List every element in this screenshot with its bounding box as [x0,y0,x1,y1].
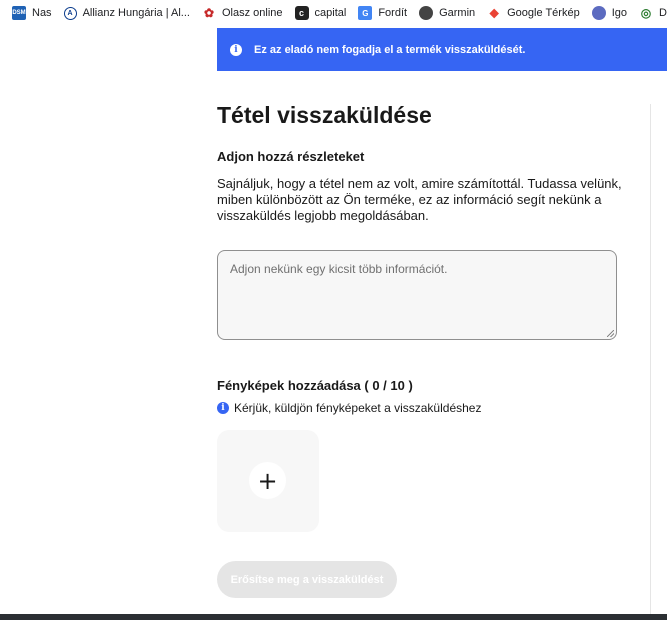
banner-text: Ez az eladó nem fogadja el a termék viss… [254,43,526,56]
add-photo-tile[interactable]: + [217,430,319,532]
bookmark-nas[interactable]: DSM Nas [12,6,52,20]
olasz-icon: ✿ [203,6,215,20]
bookmark-capital[interactable]: c capital [294,6,347,20]
dsm-icon: DSM [12,6,26,20]
description-text: Sajnáljuk, hogy a tétel nem az volt, ami… [217,176,622,223]
bookmark-label: Díjnet [659,7,667,19]
bookmarks-bar: DSM Nas A Allianz Hungária | Al... ✿ Ola… [0,0,667,26]
bookmark-label: Igo [611,7,627,19]
garmin-icon [419,6,434,20]
resize-handle-icon[interactable] [607,330,614,337]
page-title: Tétel visszaküldése [217,102,432,128]
photos-title: Fényképek hozzáadása ( 0 / 10 ) [217,378,413,393]
dijnet-icon: ◎ [640,6,652,20]
photos-hint-text: Kérjük, küldjön fényképeket a visszaküld… [234,401,482,415]
bookmark-label: Garmin [439,7,476,19]
no-returns-banner: i Ez az eladó nem fogadja el a termék vi… [217,28,667,71]
bookmark-label: capital [314,7,347,19]
bookmark-google-maps[interactable]: ⬥ Google Térkép [487,5,580,20]
taskbar-strip [0,614,667,620]
capital-icon: c [294,6,309,20]
info-icon: i [230,43,242,56]
details-section-title: Adjon hozzá részleteket [217,149,365,164]
bookmark-fordit[interactable]: G Fordít [358,6,407,20]
bookmark-label: Fordít [378,7,408,19]
details-textarea[interactable]: Adjon nekünk egy kicsit több információt… [217,250,617,340]
bookmark-dijnet[interactable]: ◎ Díjnet [639,6,667,20]
right-divider [650,104,651,614]
bookmark-label: Google Térkép [507,7,580,19]
details-placeholder: Adjon nekünk egy kicsit több információt… [230,262,448,276]
bookmark-label: Nas [32,7,52,19]
maps-pin-icon: ⬥ [489,5,499,20]
allianz-icon: A [63,6,77,20]
info-icon: i [217,402,229,414]
translate-icon: G [358,6,373,20]
plus-icon[interactable]: + [249,462,286,499]
bookmark-garmin[interactable]: Garmin [419,6,475,20]
igo-icon [591,6,606,20]
confirm-return-button[interactable]: Erősítse meg a visszaküldést [217,561,397,598]
bookmark-olasz-online[interactable]: ✿ Olasz online [202,6,283,20]
photos-hint: i Kérjük, küldjön fényképeket a visszakü… [217,401,481,415]
bookmark-igo[interactable]: Igo [591,6,627,20]
bookmark-allianz[interactable]: A Allianz Hungária | Al... [63,6,190,20]
bookmark-label: Allianz Hungária | Al... [82,7,190,19]
bookmark-label: Olasz online [221,7,283,19]
